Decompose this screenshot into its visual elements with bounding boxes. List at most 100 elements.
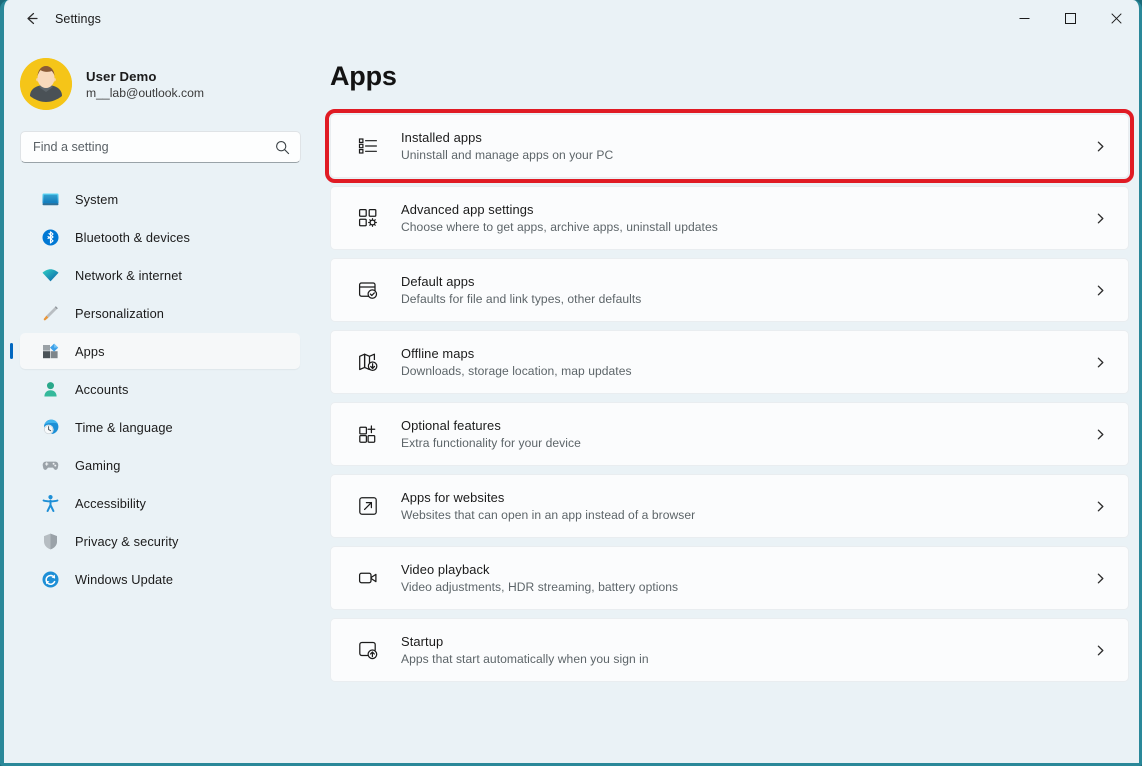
chevron-right-icon (1090, 280, 1110, 300)
default-apps-icon (355, 277, 381, 303)
sidebar-item-windows-update[interactable]: Windows Update (20, 561, 300, 597)
arrow-left-icon (26, 12, 38, 25)
sidebar-item-label: Time & language (75, 419, 173, 435)
system-icon (40, 189, 60, 209)
minimize-icon (1019, 18, 1029, 19)
sidebar-item-label: Network & internet (75, 267, 183, 283)
app-title: Settings (55, 11, 101, 26)
card-text: Startup Apps that start automatically wh… (401, 634, 1090, 666)
avatar (20, 58, 72, 110)
settings-card-video-playback[interactable]: Video playback Video adjustments, HDR st… (330, 546, 1129, 610)
sidebar-nav: System Bluetooth & devices Network & int… (4, 181, 316, 597)
account-tile[interactable]: User Demo m__lab@outlook.com (20, 58, 316, 110)
back-button[interactable] (14, 4, 48, 34)
sidebar: User Demo m__lab@outlook.com Find a sett… (4, 37, 316, 763)
settings-card-startup[interactable]: Startup Apps that start automatically wh… (330, 618, 1129, 682)
sidebar-item-system[interactable]: System (20, 181, 300, 217)
close-button[interactable] (1093, 0, 1139, 37)
user-avatar-icon (20, 58, 72, 110)
card-title: Video playback (401, 562, 490, 577)
accounts-icon (40, 379, 60, 399)
maximize-icon (1064, 13, 1076, 24)
settings-card-list: Installed apps Uninstall and manage apps… (325, 109, 1134, 682)
card-text: Offline maps Downloads, storage location… (401, 346, 1090, 378)
network-icon (40, 265, 60, 285)
sidebar-item-label: Bluetooth & devices (75, 229, 191, 245)
card-title: Startup (401, 634, 444, 649)
startup-icon (355, 637, 381, 663)
settings-card-offline-maps[interactable]: Offline maps Downloads, storage location… (330, 330, 1129, 394)
chevron-right-icon (1090, 136, 1110, 156)
search-input[interactable] (33, 140, 275, 154)
settings-card-apps-for-websites[interactable]: Apps for websites Websites that can open… (330, 474, 1129, 538)
card-text: Optional features Extra functionality fo… (401, 418, 1090, 450)
card-title: Apps for websites (401, 490, 505, 505)
advanced-app-settings-icon (355, 205, 381, 231)
search-box[interactable] (20, 131, 301, 163)
offline-maps-icon (355, 349, 381, 375)
card-subtitle: Video adjustments, HDR streaming, batter… (401, 580, 679, 594)
card-text: Apps for websites Websites that can open… (401, 490, 1090, 522)
sidebar-item-privacy-security[interactable]: Privacy & security (20, 523, 300, 559)
chevron-right-icon (1090, 208, 1110, 228)
privacy-security-icon (40, 531, 60, 551)
time-language-icon (40, 417, 60, 437)
card-subtitle: Downloads, storage location, map updates (401, 364, 632, 378)
sidebar-item-apps[interactable]: Apps (20, 333, 300, 369)
card-subtitle: Defaults for file and link types, other … (401, 292, 642, 306)
chevron-right-icon (1090, 424, 1110, 444)
sidebar-item-bluetooth-devices[interactable]: Bluetooth & devices (20, 219, 300, 255)
chevron-right-icon (1090, 640, 1110, 660)
sidebar-item-accessibility[interactable]: Accessibility (20, 485, 300, 521)
bluetooth-icon (40, 227, 60, 247)
sidebar-item-label: Windows Update (75, 571, 174, 587)
card-title: Advanced app settings (401, 202, 534, 217)
card-subtitle: Uninstall and manage apps on your PC (401, 148, 614, 162)
sidebar-item-label: Apps (75, 343, 105, 359)
sidebar-item-time-language[interactable]: Time & language (20, 409, 300, 445)
card-title: Installed apps (401, 130, 482, 145)
card-text: Video playback Video adjustments, HDR st… (401, 562, 1090, 594)
account-name: User Demo (86, 68, 157, 84)
window-controls (1001, 0, 1139, 37)
search-icon (276, 140, 290, 154)
sidebar-item-gaming[interactable]: Gaming (20, 447, 300, 483)
title-bar: Settings (4, 0, 1139, 37)
sidebar-item-personalization[interactable]: Personalization (20, 295, 300, 331)
card-title: Optional features (401, 418, 501, 433)
chevron-right-icon (1090, 568, 1110, 588)
card-subtitle: Extra functionality for your device (401, 436, 581, 450)
settings-card-installed-apps[interactable]: Installed apps Uninstall and manage apps… (325, 109, 1134, 183)
settings-card-default-apps[interactable]: Default apps Defaults for file and link … (330, 258, 1129, 322)
windows-update-icon (40, 569, 60, 589)
settings-card-advanced-app-settings[interactable]: Advanced app settings Choose where to ge… (330, 186, 1129, 250)
card-text: Advanced app settings Choose where to ge… (401, 202, 1090, 234)
chevron-right-icon (1090, 352, 1110, 372)
settings-window: Settings User Demo m__lab@outlook.com Fi… (0, 0, 1142, 766)
card-title: Offline maps (401, 346, 475, 361)
optional-features-icon (355, 421, 381, 447)
account-email: m__lab@outlook.com (86, 85, 205, 100)
video-playback-icon (355, 565, 381, 591)
gaming-icon (40, 455, 60, 475)
sidebar-item-label: Gaming (75, 457, 121, 473)
apps-icon (40, 341, 60, 361)
sidebar-item-label: System (75, 191, 119, 207)
maximize-button[interactable] (1047, 0, 1093, 37)
minimize-button[interactable] (1001, 0, 1047, 37)
card-subtitle: Choose where to get apps, archive apps, … (401, 220, 718, 234)
card-text: Installed apps Uninstall and manage apps… (401, 130, 1090, 162)
settings-card-optional-features[interactable]: Optional features Extra functionality fo… (330, 402, 1129, 466)
card-text: Default apps Defaults for file and link … (401, 274, 1090, 306)
installed-apps-list-icon (355, 133, 381, 159)
sidebar-item-accounts[interactable]: Accounts (20, 371, 300, 407)
account-text: User Demo m__lab@outlook.com (86, 69, 204, 100)
page-title: Apps (330, 61, 397, 91)
apps-for-websites-icon (355, 493, 381, 519)
sidebar-item-label: Personalization (75, 305, 164, 321)
card-subtitle: Apps that start automatically when you s… (401, 652, 649, 666)
accessibility-icon (40, 493, 60, 513)
sidebar-item-label: Accessibility (75, 495, 146, 511)
sidebar-item-network-internet[interactable]: Network & internet (20, 257, 300, 293)
sidebar-item-label: Accounts (75, 381, 129, 397)
